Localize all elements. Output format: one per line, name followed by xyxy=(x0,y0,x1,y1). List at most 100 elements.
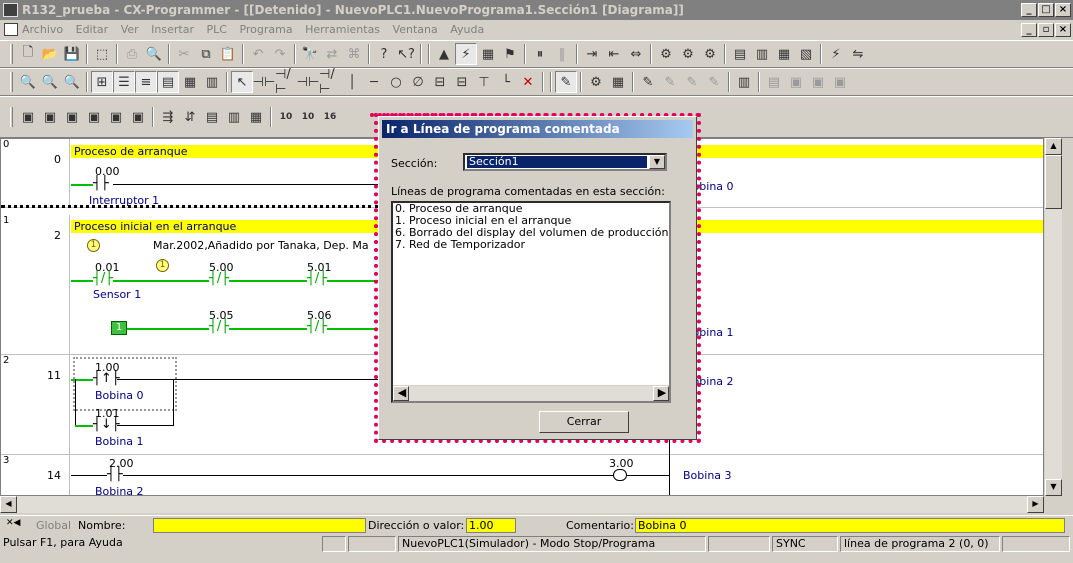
open-folder-icon[interactable]: 📂 xyxy=(39,43,61,65)
contact-no-icon[interactable]: ⊣⊢ xyxy=(253,71,276,93)
zoom-in-icon[interactable]: 🔍 xyxy=(39,71,61,93)
io-comments-icon[interactable]: ▦ xyxy=(245,106,267,128)
show-comments-icon[interactable]: ☰ xyxy=(113,71,135,93)
zoom-out-icon[interactable]: 🔍 xyxy=(61,71,83,93)
cross-ref-icon[interactable]: ⇵ xyxy=(179,106,201,128)
monitor-icon[interactable]: ⚙ xyxy=(655,43,677,65)
view-watch-icon[interactable]: ▦ xyxy=(773,43,795,65)
scroll-right-icon[interactable]: ▶ xyxy=(653,386,669,401)
contact-nc-symbol[interactable]: ┤/├ xyxy=(93,271,114,286)
close-icon[interactable]: × xyxy=(1055,3,1071,17)
comment-field[interactable]: Bobina 0 xyxy=(635,518,1065,533)
menu-ayuda[interactable]: Ayuda xyxy=(450,23,484,36)
list-horizontal-scrollbar[interactable]: ◀ ▶ xyxy=(393,385,669,401)
edit-table-icon[interactable]: ✎ xyxy=(703,71,725,93)
address-reference-icon[interactable]: ▣ xyxy=(83,106,105,128)
select-mode-icon[interactable]: ↖ xyxy=(231,71,253,93)
display-10-icon[interactable]: 10 xyxy=(275,106,297,128)
grid-icon[interactable]: ⊞ xyxy=(91,71,113,93)
connect-icon[interactable]: ⇋ xyxy=(847,43,869,65)
toolbar-grip[interactable] xyxy=(10,72,13,92)
copy-icon[interactable]: ⧉ xyxy=(195,43,217,65)
coil-symbol-shape[interactable] xyxy=(613,469,627,481)
program-view-icon[interactable]: ▦ xyxy=(179,71,201,93)
coil-no-icon[interactable]: ○ xyxy=(385,71,407,93)
errors-icon[interactable]: ▣ xyxy=(829,71,851,93)
note-marker[interactable]: 1 xyxy=(156,259,169,272)
symbols-icon[interactable]: ▣ xyxy=(127,106,149,128)
project-tree-icon[interactable]: ▣ xyxy=(17,106,39,128)
delete-line-icon[interactable]: ✕ xyxy=(517,71,539,93)
note-marker[interactable]: 1 xyxy=(87,239,100,252)
minimize-icon[interactable]: _ xyxy=(1021,3,1037,17)
mnemonic-view-icon[interactable]: ▥ xyxy=(201,71,223,93)
contact-no-symbol[interactable]: ┤├ xyxy=(107,467,123,482)
network-icon[interactable]: ⚡ xyxy=(825,43,847,65)
scroll-down-icon[interactable]: ▼ xyxy=(1045,479,1062,496)
contact-or-nc-icon[interactable]: ⊣/⊢ xyxy=(319,67,341,97)
send-changes-icon[interactable]: ✎ xyxy=(681,71,703,93)
name-field[interactable] xyxy=(153,518,366,533)
compare-icon[interactable]: ⇔ xyxy=(625,43,647,65)
zoom-icon[interactable]: 🔍 xyxy=(17,71,39,93)
mdi-close-icon[interactable]: × xyxy=(1055,23,1071,37)
contact-falling-symbol[interactable]: ┤↓├ xyxy=(93,417,120,432)
memory-icon[interactable]: ▦ xyxy=(607,71,629,93)
online-simulator-icon[interactable]: ⚡ xyxy=(455,43,477,65)
scroll-left-icon[interactable]: ◀ xyxy=(393,386,409,401)
transfer-from-plc-icon[interactable]: ⇤ xyxy=(603,43,625,65)
menu-editar[interactable]: Editar xyxy=(76,23,109,36)
toolbar-grip[interactable] xyxy=(10,44,13,64)
cancel-edit-icon[interactable]: ✎ xyxy=(659,71,681,93)
local-symbols-icon[interactable]: ▤ xyxy=(201,106,223,128)
close-button[interactable]: Cerrar xyxy=(539,411,629,433)
contact-nc-symbol[interactable]: ┤/├ xyxy=(307,319,328,334)
online-edit-icon[interactable]: ✎ xyxy=(555,71,577,93)
paste-icon[interactable]: 📋 xyxy=(217,43,239,65)
cut-icon[interactable]: ✂ xyxy=(173,43,195,65)
chevron-down-icon[interactable]: ▼ xyxy=(649,155,665,169)
section-select[interactable]: Sección1 ▼ xyxy=(463,153,667,171)
vertical-line-icon[interactable]: │ xyxy=(341,71,363,93)
data-trace-icon[interactable]: ⚙ xyxy=(585,71,607,93)
redo-icon[interactable]: ↷ xyxy=(269,43,291,65)
properties-icon[interactable]: ▣ xyxy=(105,106,127,128)
contact-nc-symbol[interactable]: ┤/├ xyxy=(209,271,230,286)
io-table-icon[interactable]: ▤ xyxy=(763,71,785,93)
line-corner-icon[interactable]: └ xyxy=(495,71,517,93)
toolbar-grip[interactable] xyxy=(10,107,13,127)
undo-icon[interactable]: ↶ xyxy=(247,43,269,65)
menu-ventana[interactable]: Ventana xyxy=(393,23,438,36)
contact-nc-symbol[interactable]: ┤/├ xyxy=(209,319,230,334)
menu-programa[interactable]: Programa xyxy=(239,23,292,36)
maximize-icon[interactable]: □ xyxy=(1038,3,1054,17)
help-icon[interactable]: ? xyxy=(373,43,395,65)
scroll-up-icon[interactable]: ▲ xyxy=(1045,138,1062,155)
print-icon[interactable]: ⎙ xyxy=(121,43,143,65)
rung-jump-icon[interactable]: ⇶ xyxy=(157,106,179,128)
display-16-icon[interactable]: 16 xyxy=(319,106,341,128)
menu-herramientas[interactable]: Herramientas xyxy=(305,23,380,36)
display-10b-icon[interactable]: 10 xyxy=(297,106,319,128)
view-mnemonic-icon[interactable]: ▥ xyxy=(751,43,773,65)
rung-3[interactable]: 3 14 2.00 ┤├ Bobina 2 3.00 Bobina 3 xyxy=(1,139,1043,495)
scroll-thumb[interactable] xyxy=(1045,155,1062,209)
menu-plc[interactable]: PLC xyxy=(207,23,227,36)
task-icon[interactable]: ▥ xyxy=(733,71,755,93)
line-connect-icon[interactable]: ⊤ xyxy=(473,71,495,93)
toggle-bit-icon[interactable]: ⚑ xyxy=(499,43,521,65)
app-icon[interactable] xyxy=(3,3,18,17)
vertical-scrollbar[interactable]: ▲ ▼ xyxy=(1045,138,1062,496)
address-field[interactable]: 1.00 xyxy=(466,518,516,533)
context-help-icon[interactable]: ↖? xyxy=(395,43,417,65)
scroll-left-icon[interactable]: ◀ xyxy=(0,496,17,513)
stop-mode-icon[interactable]: ‖ xyxy=(551,43,573,65)
mdi-restore-icon[interactable]: ▫ xyxy=(1038,23,1054,37)
instruction-2-icon[interactable]: ⊟ xyxy=(451,71,473,93)
output-window-icon[interactable]: ▣ xyxy=(39,106,61,128)
global-symbols-icon[interactable]: ▥ xyxy=(223,106,245,128)
new-file-icon[interactable]: 🗋 xyxy=(17,43,39,65)
preview-icon[interactable]: ⬚ xyxy=(91,43,113,65)
nav-arrows-icon[interactable]: ✕◀ xyxy=(6,518,20,528)
transfer-to-plc-icon[interactable]: ⇥ xyxy=(581,43,603,65)
